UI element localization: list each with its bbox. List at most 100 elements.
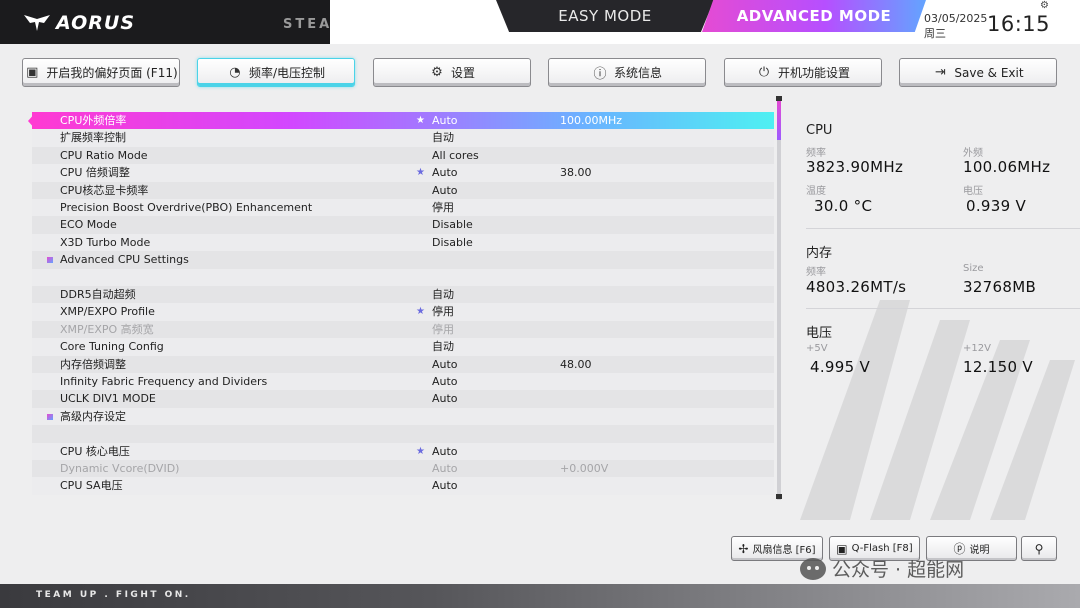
setting-label: CPU Ratio Mode — [60, 148, 148, 162]
wechat-watermark: 公众号 · 超能网 — [800, 555, 964, 582]
setting-value[interactable]: Disable — [432, 234, 473, 251]
setting-value[interactable]: 自动 — [432, 338, 454, 355]
setting-row[interactable]: CPU 倍频调整 ★ Auto 38.00 — [32, 164, 774, 182]
setting-spacer — [32, 425, 774, 443]
gear-icon: ⚙ — [431, 65, 443, 80]
tab-favorites[interactable]: ▣ 开启我的偏好页面 (F11) — [22, 58, 180, 87]
cpu-temp-value: 30.0 °C — [814, 197, 873, 215]
favorite-star-icon[interactable]: ★ — [416, 164, 425, 181]
tab-frequency-voltage[interactable]: ◔ 频率/电压控制 — [197, 58, 355, 87]
tab-boot[interactable]: ⏻ 开机功能设置 — [724, 58, 882, 87]
setting-value[interactable]: 自动 — [432, 286, 454, 303]
setting-label: UCLK DIV1 MODE — [60, 392, 156, 406]
v5-value: 4.995 V — [810, 358, 871, 376]
tab-system-info[interactable]: ⓘ 系统信息 — [548, 58, 706, 87]
settings-gear-icon[interactable]: ⚙ — [1040, 0, 1049, 11]
setting-row[interactable]: ECO Mode Disable — [32, 216, 774, 234]
setting-label: DDR5自动超频 — [60, 288, 136, 301]
setting-row[interactable]: Advanced CPU Settings — [32, 251, 774, 269]
setting-label: 内存倍频调整 — [60, 357, 126, 371]
aorus-watermark-icon — [800, 300, 1075, 520]
help-label: 说明 — [969, 545, 990, 556]
selection-pointer — [28, 112, 36, 130]
setting-row[interactable]: XMP/EXPO 高频宽 停用 — [32, 320, 774, 339]
setting-row[interactable]: 内存倍频调整 Auto 48.00 — [32, 355, 774, 373]
favorite-star-icon[interactable]: ★ — [416, 303, 425, 320]
setting-row[interactable]: CPU外频倍率 ★ Auto 100.00MHz — [28, 112, 774, 130]
setting-row[interactable]: CPU 核心电压 ★ Auto — [32, 442, 774, 460]
setting-value[interactable]: Auto — [432, 477, 458, 494]
settings-list: CPU外频倍率 ★ Auto 100.00MHz 扩展频率控制 自动 CPU Ratio M… — [28, 112, 774, 498]
favorite-star-icon[interactable]: ★ — [416, 112, 425, 129]
tab-save-exit[interactable]: ⇥ Save & Exit — [899, 58, 1057, 87]
setting-row[interactable]: Infinity Fabric Frequency and Dividers Au… — [32, 373, 774, 391]
setting-value[interactable]: Auto — [432, 373, 458, 390]
tab-settings[interactable]: ⚙ 设置 — [373, 58, 531, 87]
weekday-text: 周三 — [924, 27, 946, 40]
setting-row[interactable]: 高级内存设定 — [32, 407, 774, 426]
setting-row[interactable]: Precision Boost Overdrive(PBO) Enhanceme… — [32, 199, 774, 217]
setting-value[interactable]: Auto — [432, 182, 458, 199]
cpu-section-title: CPU — [806, 123, 833, 138]
setting-value[interactable]: 自动 — [432, 129, 454, 146]
steam-partial-text: STEA — [283, 17, 333, 32]
setting-label: Core Tuning Config — [60, 340, 164, 354]
setting-row[interactable]: 扩展频率控制 自动 — [32, 129, 774, 147]
easy-mode-button[interactable]: EASY MODE — [496, 0, 714, 32]
setting-row[interactable]: XMP/EXPO Profile ★ 停用 — [32, 303, 774, 321]
setting-row[interactable]: CPU Ratio Mode All cores — [32, 146, 774, 165]
mem-freq-value: 4803.26MT/s — [806, 278, 907, 296]
cpu-bclk-value: 100.06MHz — [963, 158, 1051, 176]
setting-label: CPU核芯显卡频率 — [60, 183, 149, 197]
tab-label: 开启我的偏好页面 (F11) — [46, 66, 178, 80]
cpu-freq-label: 频率 — [806, 148, 826, 159]
setting-value[interactable]: Auto — [432, 356, 458, 373]
setting-spacer — [32, 268, 774, 286]
setting-label: Infinity Fabric Frequency and Dividers — [60, 375, 268, 388]
tab-label: 频率/电压控制 — [248, 66, 326, 80]
wechat-icon — [800, 557, 826, 580]
setting-value[interactable]: Auto — [432, 443, 458, 460]
watermark-text: 公众号 · 超能网 — [832, 559, 965, 581]
setting-value[interactable]: Auto — [432, 112, 458, 129]
setting-row[interactable]: CPU核芯显卡频率 Auto — [32, 181, 774, 199]
setting-row[interactable]: CPU SA电压 Auto — [32, 477, 774, 495]
favorite-star-icon[interactable]: ★ — [416, 443, 425, 460]
setting-current-value: 100.00MHz — [560, 114, 623, 127]
setting-value[interactable]: Auto — [432, 390, 458, 407]
advanced-mode-button[interactable]: ADVANCED MODE — [702, 0, 926, 32]
cpu-volt-label: 电压 — [963, 186, 983, 197]
setting-row[interactable]: X3D Turbo Mode Disable — [32, 233, 774, 252]
v12-value: 12.150 V — [963, 358, 1033, 376]
setting-value[interactable]: Auto — [432, 460, 458, 477]
scrollbar-thumb[interactable] — [777, 100, 781, 140]
setting-value[interactable]: Disable — [432, 216, 473, 233]
chip-icon: ▣ — [836, 541, 848, 556]
setting-value[interactable]: 停用 — [432, 199, 454, 216]
setting-value[interactable]: 停用 — [432, 321, 454, 338]
setting-label: CPU 倍频调整 — [60, 166, 130, 180]
setting-label: X3D Turbo Mode — [60, 235, 151, 249]
setting-label: CPU 核心电压 — [60, 444, 130, 458]
setting-row[interactable]: Dynamic Vcore(DVID) Auto +0.000V — [32, 460, 774, 478]
mem-freq-label: 频率 — [806, 267, 826, 278]
setting-value[interactable]: Auto — [432, 164, 458, 181]
setting-label: Advanced CPU Settings — [60, 253, 189, 267]
tab-label: 系统信息 — [613, 66, 662, 80]
mem-size-label: Size — [963, 263, 984, 274]
brand-text: AORUS — [56, 12, 136, 34]
clock-display: 16:15 — [987, 12, 1051, 36]
setting-row[interactable]: DDR5自动超频 自动 — [32, 286, 774, 304]
info-divider — [806, 228, 1080, 229]
setting-row[interactable]: UCLK DIV1 MODE Auto — [32, 390, 774, 408]
tab-label: 设置 — [450, 66, 475, 80]
setting-label: XMP/EXPO Profile — [60, 305, 155, 319]
main-tab-bar: ▣ 开启我的偏好页面 (F11) ◔ 频率/电压控制 ⚙ 设置 ⓘ 系统信息 ⏻… — [0, 58, 1080, 90]
setting-value[interactable]: 停用 — [432, 303, 454, 320]
scrollbar-cap-top — [776, 96, 782, 101]
setting-current-value: 48.00 — [560, 357, 592, 371]
setting-row[interactable]: Core Tuning Config 自动 — [32, 338, 774, 356]
setting-value[interactable]: All cores — [432, 147, 479, 164]
search-button[interactable]: ⚲ — [1021, 536, 1057, 561]
setting-label: Dynamic Vcore(DVID) — [60, 462, 180, 475]
